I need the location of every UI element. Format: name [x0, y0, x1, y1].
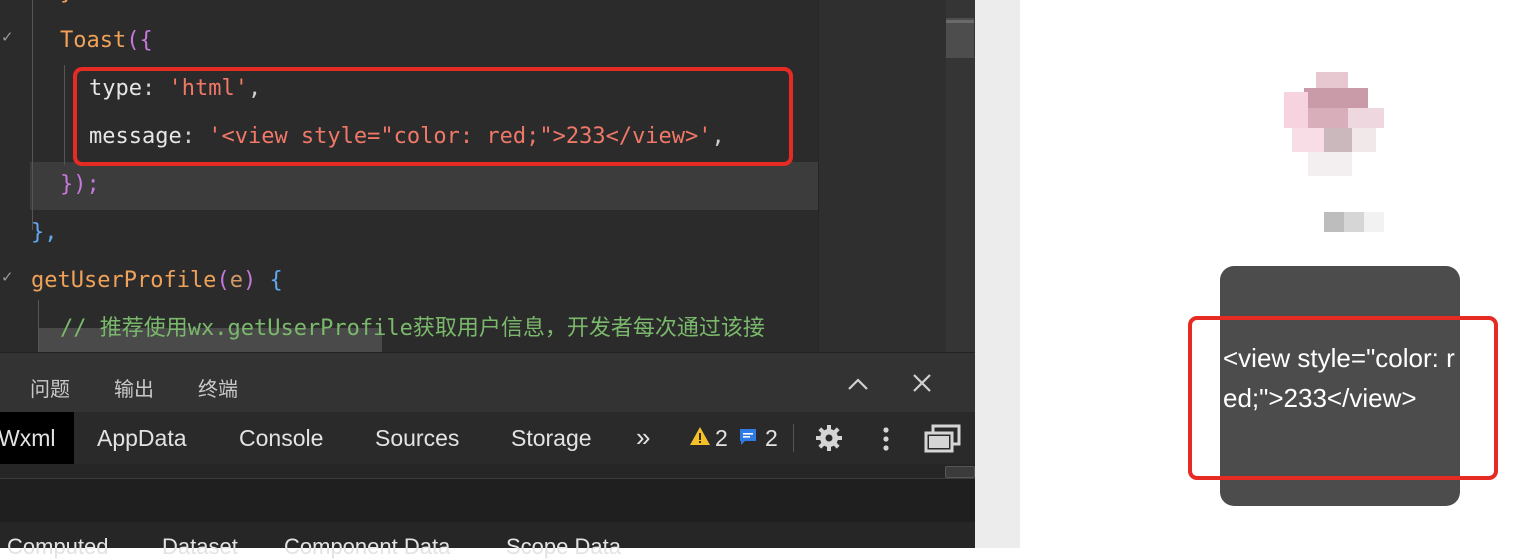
toast-fn: Toast [60, 28, 127, 53]
warnings-count[interactable]: 2 [715, 425, 728, 452]
subtab-component-data[interactable]: Component Data [284, 534, 450, 560]
indent-guide [64, 65, 65, 165]
blurred-text [1324, 212, 1384, 232]
tab-appdata[interactable]: AppData [97, 425, 187, 452]
message-icon [738, 427, 758, 452]
highlight-box [73, 67, 793, 166]
tab-storage[interactable]: Storage [511, 425, 592, 452]
devtools-panel: Wxml AppData Console Sources Storage » 2… [0, 412, 975, 559]
blurred-image [1284, 72, 1384, 176]
toast-open: ({ [126, 28, 153, 53]
tab-output[interactable]: 输出 [114, 373, 154, 402]
toast-highlight-box [1188, 316, 1498, 480]
simulator-screen[interactable]: <view style="color: red;">233</view> [1020, 0, 1538, 548]
indent-guide [38, 300, 39, 352]
scrollbar-thumb[interactable] [945, 466, 975, 478]
messages-count[interactable]: 2 [765, 425, 778, 452]
code-line-brace: } [60, 0, 73, 8]
tab-problems[interactable]: 问题 [30, 373, 70, 402]
tab-wxml[interactable]: Wxml [0, 425, 55, 452]
check-icon: ✓ [1, 28, 14, 46]
devtools-content-row [0, 478, 975, 524]
code-line-comment: // 推荐使用wx.getUserProfile获取用户信息，开发者每次通过该接 [60, 316, 765, 341]
subtab-dataset[interactable]: Dataset [162, 534, 238, 560]
subtab-computed[interactable]: Computed [7, 534, 109, 560]
editor-scrollbar-thumb[interactable] [946, 18, 974, 58]
more-vert-icon[interactable] [878, 424, 894, 459]
check-icon: ✓ [1, 268, 14, 286]
warning-icon [689, 425, 711, 452]
dock-icon[interactable] [924, 424, 962, 459]
more-tabs-button[interactable]: » [636, 422, 650, 453]
indent-guide [32, 0, 33, 230]
method-name: getUserProfile [31, 268, 217, 293]
panel-tab-bar: 问题 输出 终端 [0, 352, 975, 413]
toolbar-divider [793, 424, 794, 452]
code-line-close-call: }); [60, 172, 100, 197]
scrollbar-marker [946, 20, 974, 23]
subtab-scope-data[interactable]: Scope Data [506, 534, 621, 560]
tab-terminal[interactable]: 终端 [198, 373, 238, 402]
devtools-subtab-bar: Computed Dataset Component Data Scope Da… [0, 522, 975, 559]
tab-console[interactable]: Console [239, 425, 323, 452]
tab-sources[interactable]: Sources [375, 425, 459, 452]
close-icon[interactable] [910, 371, 934, 402]
simulator-gutter [975, 0, 1020, 548]
current-line-highlight [30, 162, 818, 210]
method-param: e [229, 268, 243, 293]
code-editor[interactable]: } ✓ Toast({ type: 'html', message: '<vie… [0, 0, 975, 352]
code-line-close-obj: }, [31, 220, 58, 245]
gear-icon[interactable] [814, 423, 844, 458]
code-line-method: getUserProfile(e) { [31, 268, 283, 293]
minimap[interactable] [818, 0, 947, 352]
code-line-toast: Toast({ [60, 26, 153, 56]
devtools-tab-bar: Wxml AppData Console Sources Storage » 2… [0, 412, 975, 464]
chevron-up-icon[interactable] [845, 371, 871, 404]
